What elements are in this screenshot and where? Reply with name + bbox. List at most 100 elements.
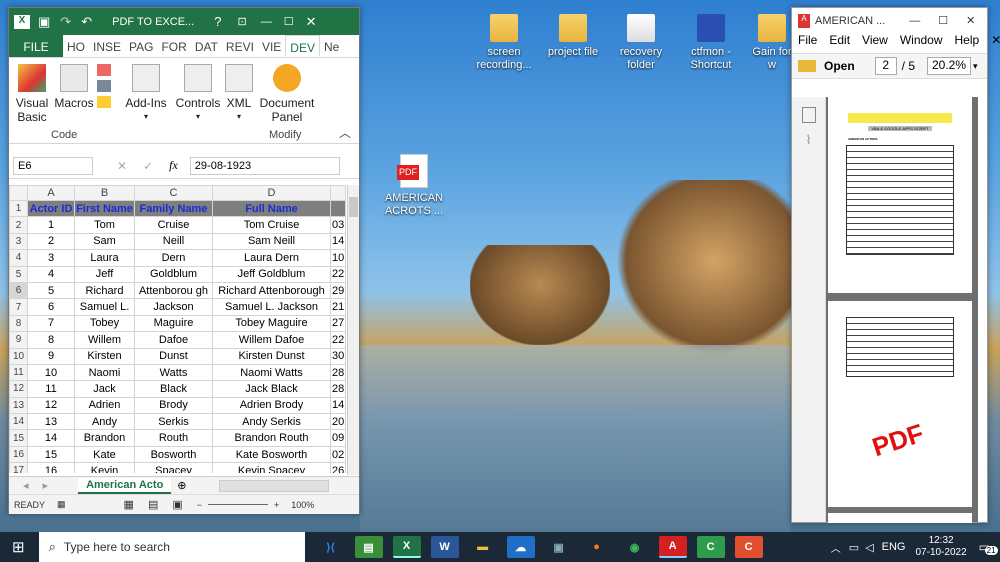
cell[interactable]: Tobey Maguire bbox=[212, 314, 331, 333]
pdf-document-view[interactable]: VBA & GOOGLE APPS SCRIPT AMERICAN ACTORS… bbox=[826, 97, 978, 523]
cell[interactable]: Kevin bbox=[74, 462, 135, 473]
xml-button[interactable]: XML ▾ bbox=[219, 64, 259, 124]
chrome-icon[interactable]: ◉ bbox=[621, 536, 649, 558]
next-sheet-icon[interactable]: ▸ bbox=[43, 479, 49, 492]
cell[interactable]: Tobey bbox=[74, 314, 135, 333]
cell[interactable]: 22 bbox=[329, 331, 347, 349]
cell[interactable]: 8 bbox=[27, 331, 75, 349]
cell[interactable]: Kate Bosworth bbox=[212, 445, 331, 464]
header-cell[interactable]: First Name bbox=[74, 199, 135, 218]
tab-view[interactable]: VIE bbox=[258, 35, 285, 57]
recorder-icon[interactable]: C bbox=[734, 536, 763, 558]
row-header[interactable]: 6 bbox=[9, 281, 28, 300]
vscode-icon[interactable]: ⟩⟨ bbox=[317, 536, 345, 558]
network-icon[interactable]: ▭ bbox=[849, 541, 859, 554]
language-indicator[interactable]: ENG bbox=[882, 541, 906, 553]
open-folder-icon[interactable] bbox=[798, 60, 816, 72]
cell[interactable]: Naomi Watts bbox=[212, 363, 331, 382]
cell[interactable]: Jack Black bbox=[212, 380, 331, 398]
cell[interactable]: 02 bbox=[329, 445, 347, 464]
cell[interactable]: Andy Serkis bbox=[212, 413, 331, 431]
acrobat-taskbar-icon[interactable]: A bbox=[658, 536, 687, 558]
redo-icon[interactable]: ↷ bbox=[60, 14, 71, 30]
cell[interactable]: Bosworth bbox=[134, 445, 213, 464]
tab-page-layout[interactable]: PAG bbox=[125, 35, 157, 57]
cell[interactable]: 6 bbox=[27, 298, 75, 316]
row-header[interactable]: 9 bbox=[9, 331, 28, 349]
cell[interactable]: Laura Dern bbox=[212, 249, 331, 267]
controls-button[interactable]: Controls ▾ bbox=[173, 64, 223, 124]
cell[interactable]: Kevin Spacey bbox=[212, 462, 331, 473]
cell[interactable]: 09 bbox=[329, 429, 347, 447]
cell[interactable]: 3 bbox=[27, 249, 75, 267]
cell[interactable]: Cruise bbox=[134, 216, 213, 234]
tab-data[interactable]: DAT bbox=[191, 35, 222, 57]
pdf-maximize-button[interactable]: ☐ bbox=[938, 14, 948, 27]
cell[interactable]: Sam bbox=[74, 232, 135, 251]
row-header[interactable]: 3 bbox=[9, 232, 28, 251]
cell[interactable]: Watts bbox=[134, 363, 213, 382]
menu-edit[interactable]: Edit bbox=[823, 33, 856, 53]
worksheet-grid[interactable]: A B C D 1 Actor ID First Name Family Nam… bbox=[9, 185, 359, 473]
page-thumbnails-icon[interactable] bbox=[801, 107, 816, 123]
cell[interactable]: 30 bbox=[329, 347, 347, 365]
cell[interactable]: Andy bbox=[74, 413, 135, 431]
cell[interactable]: Kate bbox=[74, 445, 135, 464]
desktop-icon-gain[interactable]: Gain for w bbox=[752, 14, 792, 72]
cell[interactable]: 10 bbox=[329, 249, 347, 267]
select-all[interactable] bbox=[9, 185, 28, 201]
row-header[interactable]: 16 bbox=[9, 445, 28, 464]
show-hidden-icons[interactable]: ︿ bbox=[831, 540, 841, 555]
row-header[interactable]: 15 bbox=[9, 429, 28, 447]
cell[interactable]: Kirsten Dunst bbox=[212, 347, 331, 365]
cell[interactable]: 11 bbox=[27, 380, 75, 398]
cell[interactable]: Black bbox=[134, 380, 213, 398]
save-icon[interactable]: ▣ bbox=[38, 14, 50, 30]
cell[interactable]: 14 bbox=[329, 396, 347, 415]
cell[interactable]: Jack bbox=[74, 380, 135, 398]
cell[interactable]: 28 bbox=[329, 363, 347, 382]
pdf-reader-window[interactable]: A AMERICAN ... — ☐ ✕ File Edit View Wind… bbox=[791, 7, 1000, 523]
cell[interactable]: 10 bbox=[27, 363, 75, 382]
visual-basic-button[interactable]: Visual Basic bbox=[15, 64, 49, 124]
cell[interactable]: Willem bbox=[74, 331, 135, 349]
cell[interactable]: Kirsten bbox=[74, 347, 135, 365]
desktop-icon-american-actors-pdf[interactable]: PDF AMERICAN ACROTS ... bbox=[383, 154, 445, 218]
cell[interactable]: Goldblum bbox=[134, 265, 213, 283]
tab-home[interactable]: HO bbox=[63, 35, 89, 57]
add-ins-button[interactable]: Add-Ins ▾ bbox=[121, 64, 171, 124]
macros-button[interactable]: Macros bbox=[53, 64, 95, 110]
cell[interactable]: Serkis bbox=[134, 413, 213, 431]
tab-file[interactable]: FILE bbox=[9, 35, 63, 57]
ribbon-options-icon[interactable]: ⊡ bbox=[237, 15, 246, 28]
column-header[interactable]: B bbox=[74, 185, 135, 201]
column-header[interactable] bbox=[329, 185, 347, 201]
tab-review[interactable]: REVI bbox=[222, 35, 258, 57]
row-header[interactable]: 12 bbox=[9, 380, 28, 398]
cell[interactable]: Dafoe bbox=[134, 331, 213, 349]
row-header[interactable]: 14 bbox=[9, 413, 28, 431]
document-panel-button[interactable]: Document Panel bbox=[259, 64, 315, 124]
menu-help[interactable]: Help bbox=[949, 33, 986, 53]
help-button[interactable]: ? bbox=[214, 14, 221, 29]
excel-taskbar-icon[interactable]: X bbox=[392, 536, 421, 558]
cell[interactable]: 29 bbox=[329, 281, 347, 300]
cell[interactable]: 9 bbox=[27, 347, 75, 365]
cell[interactable]: Dern bbox=[134, 249, 213, 267]
cell[interactable]: Maguire bbox=[134, 314, 213, 333]
zoom-slider[interactable] bbox=[208, 504, 269, 505]
cell[interactable]: Adrien Brody bbox=[212, 396, 331, 415]
collapse-ribbon-icon[interactable]: ︿ bbox=[339, 124, 351, 141]
enter-icon[interactable]: ✓ bbox=[143, 159, 153, 173]
zoom-input[interactable]: 20.2% bbox=[927, 57, 972, 75]
sheet-tab[interactable]: American Acto bbox=[78, 477, 172, 494]
menu-file[interactable]: File bbox=[792, 33, 823, 53]
page-layout-view-icon[interactable]: ▤ bbox=[148, 498, 158, 511]
zoom-level[interactable]: 100% bbox=[291, 500, 314, 510]
cell[interactable]: Neill bbox=[134, 232, 213, 251]
header-cell[interactable]: Full Name bbox=[212, 199, 331, 218]
cell[interactable]: 1 bbox=[27, 216, 75, 234]
cell[interactable]: 12 bbox=[27, 396, 75, 415]
normal-view-icon[interactable]: ▦ bbox=[124, 498, 134, 511]
row-header[interactable]: 1 bbox=[9, 199, 28, 218]
